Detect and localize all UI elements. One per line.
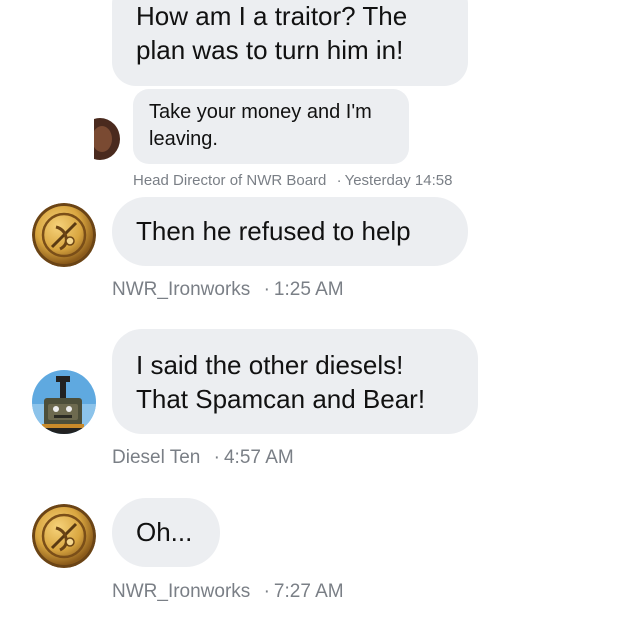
- timestamp: 7:27 AM: [273, 581, 344, 602]
- message-meta: NWR_Ironworks · 1:25 AM: [112, 279, 344, 301]
- message-text: Take your money and I'm leaving.: [149, 101, 372, 150]
- message-text: I said the other diesels! That Spamcan a…: [136, 350, 426, 414]
- author-name[interactable]: Diesel Ten: [112, 447, 200, 468]
- message-meta: Diesel Ten · 4:57 AM: [112, 447, 294, 469]
- message-bubble[interactable]: Then he refused to help: [112, 197, 468, 266]
- timestamp: Yesterday 14:58: [344, 172, 453, 189]
- message-text: Oh...: [136, 517, 193, 547]
- message-bubble[interactable]: I said the other diesels! That Spamcan a…: [112, 329, 478, 434]
- author-name[interactable]: NWR_Ironworks: [112, 581, 250, 602]
- message-meta: Head Director of NWR Board · Yesterday 14…: [133, 172, 452, 189]
- meta-separator: ·: [213, 447, 220, 468]
- meta-separator: ·: [336, 172, 342, 189]
- timestamp: 1:25 AM: [273, 279, 344, 300]
- message-text: How am I a traitor? The plan was to turn…: [136, 1, 408, 65]
- meta-separator: ·: [263, 581, 270, 602]
- ironworks-avatar[interactable]: [32, 504, 96, 568]
- quoted-avatar[interactable]: [94, 118, 124, 160]
- meta-separator: ·: [263, 279, 270, 300]
- ironworks-avatar[interactable]: [32, 203, 96, 267]
- quoted-message-bubble[interactable]: Take your money and I'm leaving.: [133, 89, 409, 164]
- author-name[interactable]: NWR_Ironworks: [112, 279, 250, 300]
- message-bubble[interactable]: Oh...: [112, 498, 220, 567]
- diesel-avatar[interactable]: [32, 370, 96, 434]
- timestamp: 4:57 AM: [223, 447, 294, 468]
- message-text: Then he refused to help: [136, 216, 411, 246]
- message-bubble[interactable]: How am I a traitor? The plan was to turn…: [112, 0, 468, 86]
- author-name[interactable]: Head Director of NWR Board: [133, 172, 326, 189]
- message-meta: NWR_Ironworks · 7:27 AM: [112, 581, 344, 603]
